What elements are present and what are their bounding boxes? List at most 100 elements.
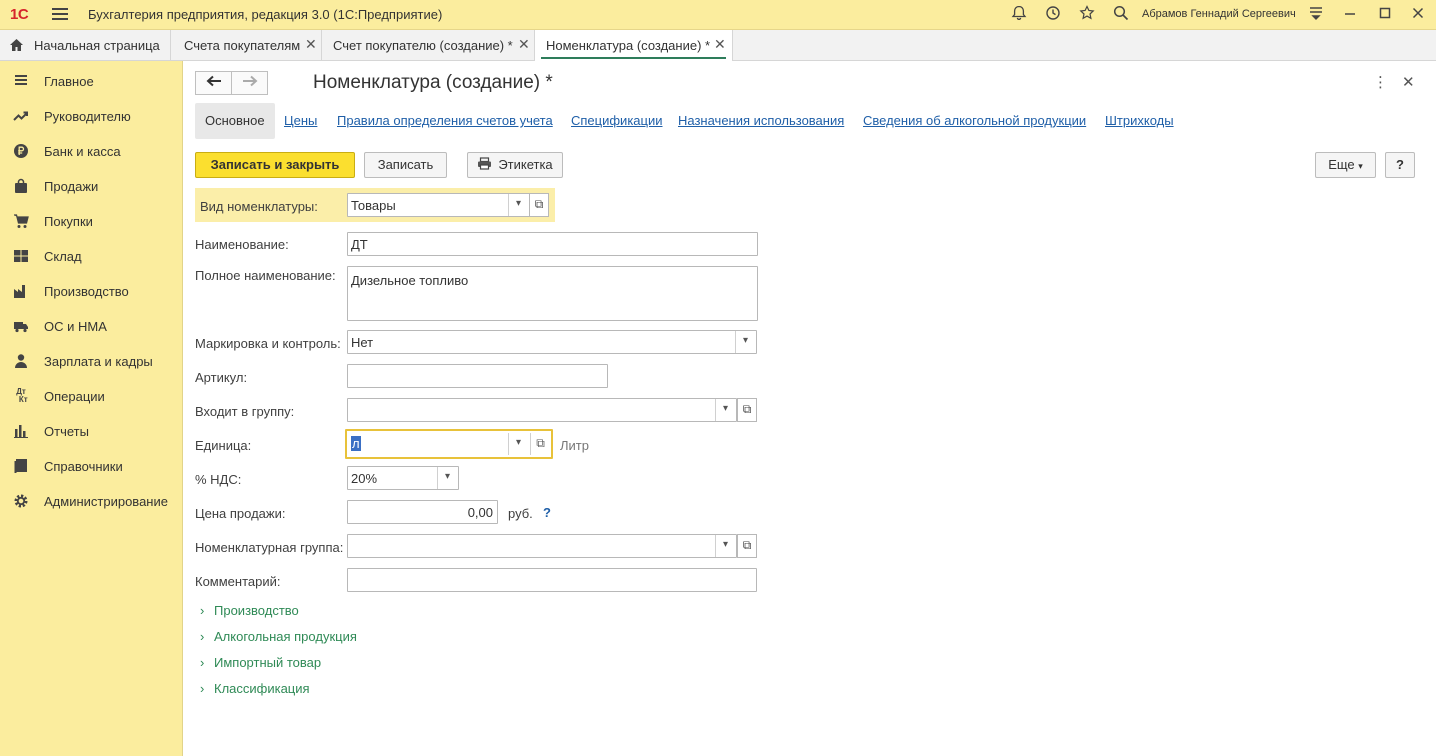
form-tab-usage[interactable]: Назначения использования [678, 103, 844, 139]
tab-customer-invoice-new[interactable]: Счет покупателю (создание) * ✕ [322, 30, 535, 61]
sidebar-item-production[interactable]: Производство [0, 273, 183, 308]
open-kind-icon[interactable]: ⧉ [529, 193, 549, 217]
window-title: Бухгалтерия предприятия, редакция 3.0 (1… [88, 7, 443, 22]
help-button[interactable]: ? [1385, 152, 1415, 178]
name-field[interactable]: ДТ [347, 232, 758, 256]
comment-field[interactable] [347, 568, 757, 592]
dropdown-arrow-icon[interactable]: ▾ [508, 194, 528, 216]
sidebar-item-administration[interactable]: Администрирование [0, 483, 183, 518]
person-icon [13, 353, 29, 369]
price-help-link[interactable]: ? [543, 505, 551, 520]
hamburger-menu-icon[interactable] [52, 8, 68, 22]
kind-label: Вид номенклатуры: [200, 199, 318, 214]
more-button[interactable]: Еще ▾ [1315, 152, 1376, 178]
forward-button[interactable] [231, 71, 268, 95]
sidebar-item-manager[interactable]: Руководителю [0, 98, 183, 133]
form-title: Номенклатура (создание) * [313, 72, 553, 93]
search-icon[interactable] [1111, 5, 1131, 25]
section-alcohol[interactable]: › Алкогольная продукция [200, 629, 357, 644]
unit-label: Единица: [195, 438, 252, 453]
sidebar-item-label: Справочники [44, 459, 123, 474]
tab-label: Начальная страница [34, 38, 160, 53]
dropdown-arrow-icon[interactable]: ▾ [437, 467, 457, 489]
sidebar-item-salary[interactable]: Зарплата и кадры [0, 343, 183, 378]
label-print-button[interactable]: Этикетка [467, 152, 563, 178]
minimize-icon[interactable] [1340, 5, 1360, 25]
sidebar-item-label: Администрирование [44, 494, 168, 509]
sidebar-item-fixed-assets[interactable]: ОС и НМА [0, 308, 183, 343]
sections-sidebar: Главное Руководителю Банк и касса Продаж… [0, 61, 183, 756]
dropdown-arrow-icon[interactable]: ▾ [508, 433, 528, 455]
sidebar-item-label: Покупки [44, 214, 93, 229]
nom-group-field[interactable]: ▾ [347, 534, 737, 558]
back-button[interactable] [195, 71, 232, 95]
close-window-icon[interactable] [1408, 5, 1428, 25]
dropdown-arrow-icon[interactable]: ▾ [735, 331, 755, 353]
settings-menu-icon[interactable] [1306, 5, 1326, 25]
tab-label: Счет покупателю (создание) * [333, 38, 513, 53]
marking-label: Маркировка и контроль: [195, 336, 341, 351]
close-tab-icon[interactable]: ✕ [305, 36, 317, 53]
sidebar-item-reports[interactable]: Отчеты [0, 413, 183, 448]
section-classification[interactable]: › Классификация [200, 681, 310, 696]
form-tab-alcohol[interactable]: Сведения об алкогольной продукции [863, 103, 1086, 139]
open-unit-icon[interactable]: ⧉ [530, 433, 550, 455]
form-tab-account-rules[interactable]: Правила определения счетов учета [337, 103, 553, 139]
book-icon [13, 458, 29, 474]
maximize-icon[interactable] [1375, 5, 1395, 25]
close-tab-icon[interactable]: ✕ [518, 36, 530, 53]
unit-field[interactable]: л ▾ ⧉ [345, 429, 553, 459]
dropdown-arrow-icon[interactable]: ▾ [715, 399, 735, 421]
more-actions-icon[interactable]: ⋮ [1373, 73, 1388, 91]
dropdown-arrow-icon[interactable]: ▾ [715, 535, 735, 557]
section-production[interactable]: › Производство [200, 603, 299, 618]
star-icon[interactable] [1077, 5, 1097, 25]
form-tab-barcodes[interactable]: Штрихкоды [1105, 103, 1174, 139]
history-icon[interactable] [1043, 5, 1063, 25]
factory-icon [13, 283, 29, 299]
article-field[interactable] [347, 364, 608, 388]
form-tab-main[interactable]: Основное [195, 103, 275, 139]
full-name-value: Дизельное топливо [351, 273, 469, 288]
sidebar-item-catalogs[interactable]: Справочники [0, 448, 183, 483]
truck-icon [13, 318, 29, 334]
tab-customer-invoices[interactable]: Счета покупателям ✕ [171, 30, 322, 61]
save-and-close-button[interactable]: Записать и закрыть [195, 152, 355, 178]
vat-label: % НДС: [195, 472, 242, 487]
sidebar-item-warehouse[interactable]: Склад [0, 238, 183, 273]
price-field[interactable]: 0,00 [347, 500, 498, 524]
group-field[interactable]: ▾ [347, 398, 737, 422]
tab-home[interactable]: Начальная страница [0, 30, 171, 61]
dt-kt-icon: Дт Кт [14, 387, 28, 404]
marking-field[interactable]: Нет ▾ [347, 330, 757, 354]
title-bar: 1С Бухгалтерия предприятия, редакция 3.0… [0, 0, 1436, 30]
tab-nomenclature-new[interactable]: Номенклатура (создание) * ✕ [535, 30, 733, 61]
chevron-down-icon: ▾ [1358, 161, 1363, 171]
unit-value: л [351, 436, 361, 451]
group-label: Входит в группу: [195, 404, 295, 419]
section-import[interactable]: › Импортный товар [200, 655, 321, 670]
close-tab-icon[interactable]: ✕ [714, 36, 726, 53]
sidebar-item-purchases[interactable]: Покупки [0, 203, 183, 238]
sidebar-item-main[interactable]: Главное [0, 63, 183, 98]
sidebar-item-sales[interactable]: Продажи [0, 168, 183, 203]
full-name-field[interactable]: Дизельное топливо [347, 266, 758, 321]
current-user[interactable]: Абрамов Геннадий Сергеевич [1142, 8, 1296, 20]
kind-field[interactable]: Товары ▾ [347, 193, 530, 217]
open-nom-group-icon[interactable]: ⧉ [737, 534, 757, 558]
close-form-icon[interactable]: ✕ [1402, 73, 1415, 91]
sidebar-item-label: Склад [44, 249, 82, 264]
arrow-right-icon [242, 75, 257, 87]
sidebar-item-operations[interactable]: Дт Кт Операции [0, 378, 183, 413]
open-tabs-bar: Начальная страница Счета покупателям ✕ С… [0, 30, 1436, 61]
form-tab-prices[interactable]: Цены [284, 103, 317, 139]
save-button[interactable]: Записать [364, 152, 447, 178]
sidebar-item-label: Производство [44, 284, 129, 299]
form-tab-specifications[interactable]: Спецификации [571, 103, 663, 139]
vat-field[interactable]: 20% ▾ [347, 466, 459, 490]
open-group-icon[interactable]: ⧉ [737, 398, 757, 422]
sidebar-item-bank[interactable]: Банк и касса [0, 133, 183, 168]
sidebar-item-label: Зарплата и кадры [44, 354, 153, 369]
price-value: 0,00 [467, 505, 493, 520]
bell-icon[interactable] [1009, 5, 1029, 25]
